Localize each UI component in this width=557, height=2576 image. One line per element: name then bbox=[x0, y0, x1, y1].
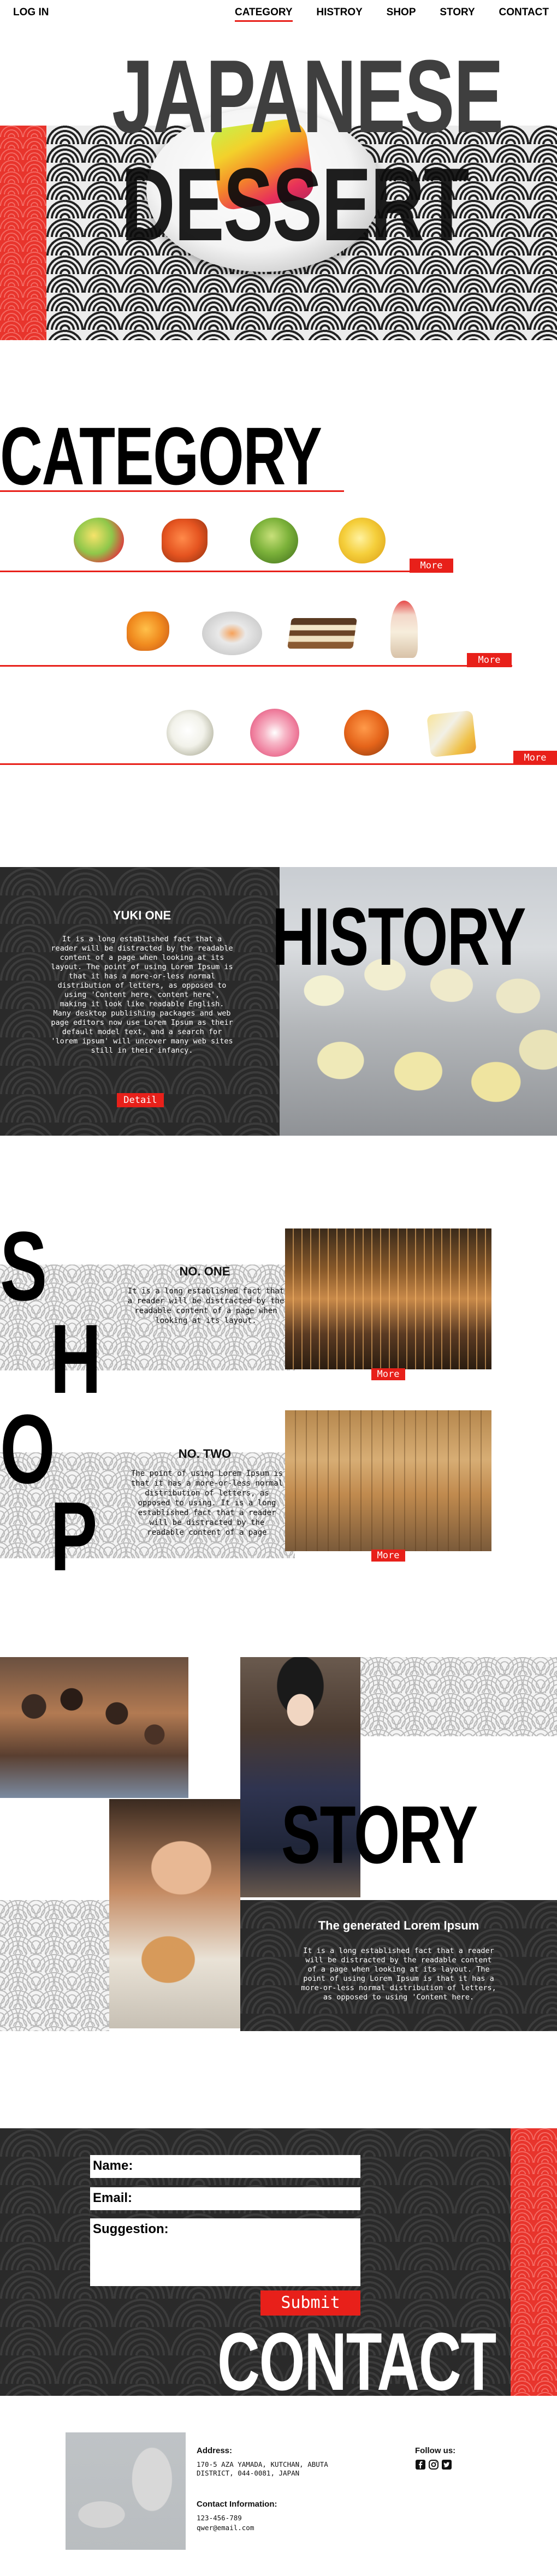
instagram-icon[interactable] bbox=[428, 2459, 439, 2470]
category-title-wrap: CATEGORY bbox=[0, 415, 491, 497]
hero-title-line1: JAPANESE bbox=[112, 39, 503, 155]
contact-name-input[interactable] bbox=[143, 2155, 360, 2178]
hero-title-line2-wrap: DESSERT bbox=[121, 153, 514, 257]
story-subtitle: The generated Lorem Ipsum bbox=[318, 1919, 479, 1932]
shop-letter-h-wrap: H bbox=[50, 1310, 116, 1409]
contact-title-wrap: CONTACT bbox=[217, 2320, 545, 2402]
contact-title: CONTACT bbox=[217, 2316, 496, 2407]
category-sweet-5[interactable] bbox=[127, 612, 169, 651]
category-row3-more-button[interactable]: More bbox=[513, 751, 557, 765]
story-photo-restaurant bbox=[0, 1657, 188, 1798]
category-sweet-10[interactable] bbox=[250, 709, 299, 757]
hero-red-strip bbox=[0, 126, 46, 340]
history-subtitle: YUKI ONE bbox=[112, 909, 171, 922]
category-row1-more-button[interactable]: More bbox=[410, 559, 453, 573]
facebook-icon[interactable] bbox=[415, 2459, 426, 2470]
history-body: It is a long established fact that a rea… bbox=[51, 935, 233, 1055]
shop-item2-photo bbox=[285, 1410, 491, 1551]
twitter-icon[interactable] bbox=[441, 2459, 452, 2470]
footer-phone: 123-456-789 bbox=[197, 2514, 242, 2522]
footer-address: 170-5 AZA YAMADA, KUTCHAN, ABUTA DISTRIC… bbox=[197, 2460, 328, 2477]
contact-name-label-text: Name: bbox=[93, 2158, 133, 2173]
category-sweet-2[interactable] bbox=[162, 519, 208, 562]
category-sweet-7[interactable] bbox=[287, 618, 357, 649]
story-body: It is a long established fact that a rea… bbox=[301, 1946, 496, 2002]
hero-title-line2: DESSERT bbox=[121, 147, 469, 263]
shop-letter-p-wrap: P bbox=[50, 1488, 116, 1586]
nav-story[interactable]: STORY bbox=[440, 7, 475, 23]
story-photo-taiyaki bbox=[109, 1799, 240, 2028]
category-sweet-11[interactable] bbox=[344, 710, 389, 756]
footer-contact-label: Contact Information: bbox=[197, 2500, 277, 2509]
shop-letter-o: O bbox=[0, 1394, 55, 1504]
footer-follow-label: Follow us: bbox=[415, 2446, 456, 2455]
category-row2-more-button[interactable]: More bbox=[467, 653, 512, 667]
shop-item2-title: NO. TWO bbox=[178, 1447, 232, 1461]
nav-contact[interactable]: CONTACT bbox=[499, 7, 549, 23]
shop-letter-s: S bbox=[0, 1212, 47, 1321]
contact-suggestion-label: Suggestion: bbox=[93, 2222, 169, 2236]
shop-letter-o-wrap: O bbox=[0, 1400, 66, 1499]
nav-active-underline bbox=[235, 20, 293, 22]
contact-submit-button[interactable]: Submit bbox=[260, 2290, 360, 2316]
login-link[interactable]: LOG IN bbox=[13, 7, 49, 19]
shop-item2-body: The point of using Lorem Ipsum is that i… bbox=[131, 1469, 283, 1537]
shop-item1-body: It is a long established fact that a rea… bbox=[127, 1287, 285, 1325]
footer-address-label: Address: bbox=[197, 2446, 233, 2455]
history-title-wrap: HISTORY bbox=[272, 895, 557, 977]
category-row1-line bbox=[0, 571, 452, 572]
footer-map[interactable] bbox=[66, 2432, 186, 2550]
nav-history[interactable]: HISTROY bbox=[316, 7, 362, 23]
login-label: LOG IN bbox=[13, 7, 49, 18]
shop-item2-more-button[interactable]: More bbox=[371, 1550, 405, 1562]
category-title-underline bbox=[0, 490, 344, 492]
category-sweet-3[interactable] bbox=[250, 518, 298, 563]
story-title-wrap: STORY bbox=[281, 1794, 554, 1875]
nav-category-label: CATEGORY bbox=[235, 7, 293, 18]
category-sweet-8[interactable] bbox=[390, 601, 418, 658]
shop-item1-more-button[interactable]: More bbox=[371, 1368, 405, 1380]
nav-shop[interactable]: SHOP bbox=[387, 7, 416, 23]
category-row2-line bbox=[0, 665, 512, 667]
shop-letter-p: P bbox=[50, 1482, 97, 1592]
category-sweet-9[interactable] bbox=[167, 710, 214, 756]
shop-item1-title: NO. ONE bbox=[179, 1265, 230, 1278]
category-sweet-12[interactable] bbox=[426, 710, 477, 758]
footer-email: qwer@email.com bbox=[197, 2524, 254, 2532]
shop-letter-s-wrap: S bbox=[0, 1218, 66, 1316]
shop-item1-photo bbox=[285, 1228, 491, 1369]
contact-email-label: Email: bbox=[93, 2191, 133, 2205]
category-sweet-1[interactable] bbox=[74, 518, 124, 562]
history-title: HISTORY bbox=[272, 891, 526, 982]
story-title: STORY bbox=[281, 1789, 478, 1880]
category-title: CATEGORY bbox=[0, 410, 322, 502]
footer-social-icons bbox=[415, 2459, 452, 2470]
category-sweet-6[interactable] bbox=[202, 612, 262, 655]
history-detail-button[interactable]: Detail bbox=[117, 1093, 164, 1107]
category-row3-line bbox=[0, 763, 557, 765]
story-pattern-top bbox=[360, 1657, 557, 1736]
shop-letter-h: H bbox=[50, 1304, 102, 1414]
category-sweet-4[interactable] bbox=[339, 518, 386, 563]
hero-title-line1-wrap: JAPANESE bbox=[112, 45, 527, 149]
nav-category[interactable]: CATEGORY bbox=[235, 7, 293, 23]
story-pattern-left bbox=[0, 1900, 109, 2031]
main-nav: CATEGORY HISTROY SHOP STORY CONTACT bbox=[235, 7, 549, 23]
